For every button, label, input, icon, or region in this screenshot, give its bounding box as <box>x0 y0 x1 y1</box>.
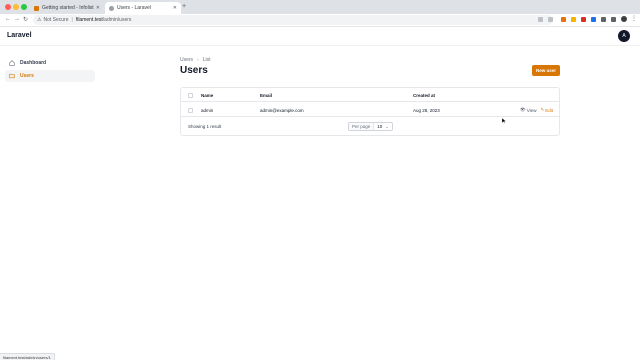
column-header-email[interactable]: Email <box>260 88 272 102</box>
view-action[interactable]: 👁 View <box>520 107 536 113</box>
address-separator: | <box>71 17 73 23</box>
reload-icon[interactable]: ↻ <box>23 16 28 23</box>
edit-label: Edit <box>545 107 553 113</box>
row-actions: 👁 View ✎ Edit <box>516 103 553 117</box>
extension-icon[interactable] <box>601 17 606 22</box>
sidebar-item-dashboard[interactable]: Dashboard <box>5 57 95 69</box>
address-bar[interactable]: ⚠ Not Secure | filament.test/admin/users <box>33 15 553 25</box>
forward-arrow-icon[interactable]: → <box>14 16 20 22</box>
extension-icon[interactable] <box>561 17 566 22</box>
tab-label: Getting started - Infolist Buil... <box>42 5 94 11</box>
extension-icon[interactable] <box>581 17 586 22</box>
back-arrow-icon[interactable]: ← <box>5 16 11 22</box>
brand-logo[interactable]: Laravel <box>7 32 32 39</box>
user-avatar[interactable]: A <box>618 30 630 42</box>
results-summary: Showing 1 result <box>188 124 222 129</box>
minimize-window-button[interactable] <box>13 4 19 10</box>
select-all-checkbox[interactable] <box>188 92 193 98</box>
browser-tab-users[interactable]: Users - Laravel ✕ <box>105 2 181 14</box>
profile-icon[interactable] <box>621 16 627 22</box>
bookmark-star-icon[interactable] <box>548 17 553 22</box>
cell-email: admin@example.com <box>260 107 304 113</box>
edit-action[interactable]: ✎ Edit <box>540 107 553 113</box>
per-page-value[interactable]: 10 ⌄ <box>374 124 391 129</box>
breadcrumb: Users › List <box>180 57 211 63</box>
sidebar-item-label: Users <box>20 73 34 79</box>
chevron-down-icon: ⌄ <box>385 124 389 129</box>
sidebar-item-label: Dashboard <box>20 60 47 66</box>
users-table: Name Email Created at admin admin@exampl… <box>180 87 560 136</box>
globe-favicon-icon <box>109 5 114 11</box>
folder-icon <box>9 73 15 79</box>
browser-tab-getting-started[interactable]: Getting started - Infolist Buil... ✕ <box>30 2 104 14</box>
breadcrumb-list: List <box>202 57 211 63</box>
app-topbar: Laravel A <box>0 27 640 46</box>
close-window-button[interactable] <box>5 4 11 10</box>
browser-tab-bar: Getting started - Infolist Buil... ✕ Use… <box>0 0 640 14</box>
puzzle-icon[interactable] <box>611 17 616 22</box>
new-tab-icon[interactable]: + <box>182 3 186 10</box>
browser-status-url: filament.test/admin/users/1 <box>0 353 55 360</box>
table-row[interactable]: admin admin@example.com Aug 28, 2023 👁 V… <box>181 103 559 117</box>
maximize-window-button[interactable] <box>21 4 27 10</box>
browser-toolbar: ← → ↻ ⚠ Not Secure | filament.test/admin… <box>0 14 640 27</box>
chevron-right-icon: › <box>197 57 199 63</box>
tab-close-icon[interactable]: ✕ <box>173 5 177 11</box>
column-header-created-at[interactable]: Created at <box>413 88 435 102</box>
per-page-label: Per page <box>349 123 375 130</box>
breadcrumb-users[interactable]: Users <box>180 57 193 63</box>
home-icon <box>9 60 15 66</box>
url-path: /admin/users <box>102 17 132 23</box>
tab-label: Users - Laravel <box>117 5 151 11</box>
pencil-square-icon: ✎ <box>540 107 545 112</box>
tab-close-icon[interactable]: ✕ <box>96 5 100 11</box>
share-icon[interactable] <box>538 17 543 22</box>
per-page-select[interactable]: Per page 10 ⌄ <box>348 122 393 131</box>
sidebar: Dashboard Users <box>0 47 100 347</box>
cell-name: admin <box>201 107 214 113</box>
security-label: Not Secure <box>43 17 69 23</box>
extension-icon[interactable] <box>571 17 576 22</box>
cell-created-at: Aug 28, 2023 <box>413 107 440 113</box>
sidebar-item-users[interactable]: Users <box>5 70 95 82</box>
page-title: Users <box>180 65 208 76</box>
row-checkbox[interactable] <box>188 107 193 113</box>
table-header-row: Name Email Created at <box>181 88 559 102</box>
per-page-selected: 10 <box>377 124 383 129</box>
url-host: filament.test <box>75 17 103 23</box>
eye-icon: 👁 <box>520 107 526 112</box>
column-header-name[interactable]: Name <box>201 88 213 102</box>
new-user-button[interactable]: New user <box>532 65 560 76</box>
more-menu-icon[interactable]: ⋮ <box>631 15 637 22</box>
filament-favicon-icon <box>34 5 39 11</box>
warning-icon: ⚠ <box>37 17 42 23</box>
extension-icon[interactable] <box>591 17 596 22</box>
view-label: View <box>526 107 537 113</box>
mouse-cursor-icon <box>502 118 506 124</box>
